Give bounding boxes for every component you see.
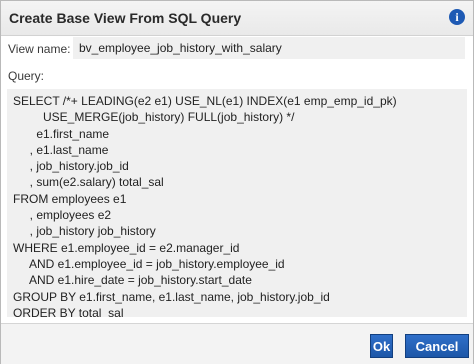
view-name-input[interactable] bbox=[73, 37, 465, 59]
cancel-button[interactable]: Cancel bbox=[405, 334, 469, 358]
dialog-footer: Ok Cancel bbox=[1, 323, 473, 364]
query-label: Query: bbox=[8, 69, 45, 83]
view-name-label: View name: bbox=[8, 42, 71, 56]
create-base-view-dialog: Create Base View From SQL Query i View n… bbox=[0, 0, 474, 364]
info-icon[interactable]: i bbox=[449, 9, 465, 25]
query-textarea[interactable]: SELECT /*+ LEADING(e2 e1) USE_NL(e1) IND… bbox=[7, 89, 467, 317]
dialog-titlebar: Create Base View From SQL Query i bbox=[1, 1, 473, 36]
ok-button[interactable]: Ok bbox=[370, 334, 393, 358]
dialog-title: Create Base View From SQL Query bbox=[9, 10, 242, 26]
